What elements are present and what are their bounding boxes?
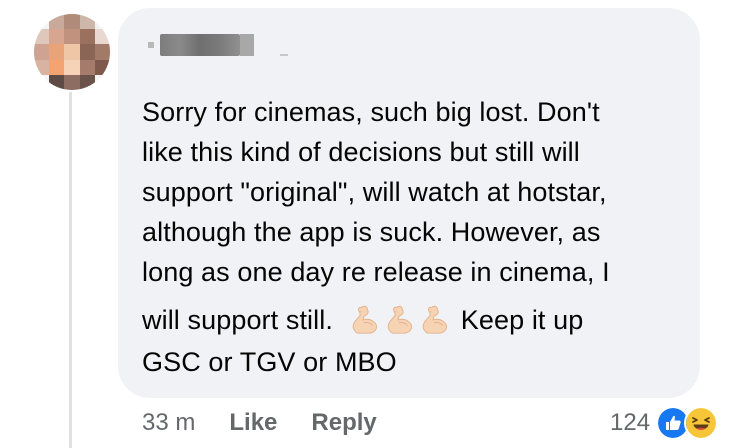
comment-actions: 33 m Like Reply (142, 406, 377, 440)
comment-line: like this kind of decisions but still wi… (142, 137, 580, 167)
comment-text: Sorry for cinemas, such big lost. Don't … (142, 92, 682, 382)
flexed-biceps-icon (352, 305, 378, 334)
timestamp[interactable]: 33 m (142, 409, 195, 437)
author-name-redacted[interactable] (160, 34, 240, 56)
comment-line: support "original", will watch at hotsta… (142, 177, 607, 207)
comment-text-before-emoji: will support still. (142, 305, 333, 335)
author-name-redacted-tail (240, 34, 254, 56)
author-name-redacted-cap (280, 54, 288, 56)
like-button[interactable]: Like (229, 409, 277, 437)
comment-line-with-emoji: will support still. Keep it up (142, 298, 682, 342)
thread-line (69, 92, 72, 448)
flexed-biceps-icon (422, 305, 448, 334)
haha-icon (684, 406, 719, 440)
comment-text-after-emoji: Keep it up (460, 305, 584, 335)
comment-line: Sorry for cinemas, such big lost. Don't (142, 97, 600, 127)
avatar[interactable] (34, 14, 110, 90)
flexed-biceps-icon (387, 305, 413, 334)
comment-line: long as one day re release in cinema, I (142, 257, 610, 287)
reply-button[interactable]: Reply (311, 409, 376, 437)
reactions-summary[interactable]: 124 (610, 404, 719, 442)
comment-bubble: Sorry for cinemas, such big lost. Don't … (118, 8, 700, 398)
comment-line: GSC or TGV or MBO (142, 347, 397, 377)
reaction-count: 124 (610, 409, 651, 436)
comment-thread: Sorry for cinemas, such big lost. Don't … (0, 0, 750, 448)
author-name-redacted-dot (148, 42, 154, 48)
comment-line: although the app is suck. However, as (142, 217, 601, 247)
